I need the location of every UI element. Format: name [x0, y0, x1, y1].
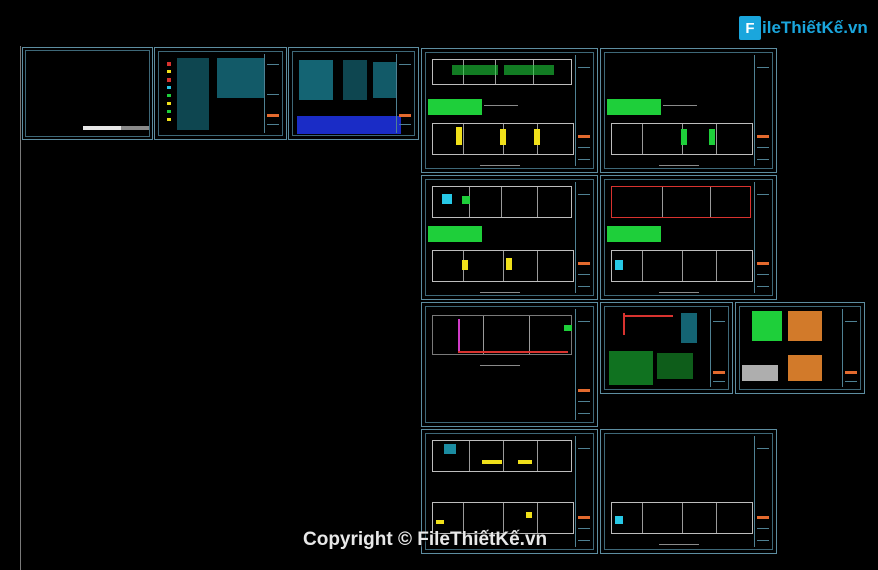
- pipe-route: [458, 319, 460, 351]
- legend-symbol: [167, 118, 171, 121]
- title-block: [575, 182, 592, 293]
- fixture-marks: [518, 460, 532, 464]
- site-logo[interactable]: F ileThiếtKế.vn: [739, 15, 868, 41]
- sheet-plan-1[interactable]: [421, 48, 598, 173]
- plan-caption: [659, 165, 699, 166]
- legend-symbol: [167, 110, 171, 113]
- fixture-marks: [534, 129, 540, 145]
- riser-diagram: [623, 315, 673, 317]
- legend-symbol: [167, 102, 171, 105]
- title-block: [754, 436, 771, 547]
- fixture-marks: [462, 196, 470, 204]
- fixture-marks: [615, 260, 623, 270]
- plan-caption: [659, 292, 699, 293]
- fixture-marks: [482, 460, 502, 464]
- sheet-plan-3[interactable]: [421, 175, 598, 300]
- fixture-marks: [506, 258, 512, 270]
- logo-mark: F: [739, 16, 761, 40]
- title-block: [575, 309, 592, 420]
- title-block: [575, 436, 592, 547]
- sheet-plan-2[interactable]: [600, 48, 777, 173]
- sheet-schedule[interactable]: [735, 302, 865, 394]
- cover-title-bar-shade: [121, 126, 149, 130]
- copyright-watermark: Copyright © FileThiếtKế.vn: [303, 529, 548, 550]
- sheet-legend[interactable]: [154, 47, 287, 140]
- sheet-details-2[interactable]: [600, 302, 733, 394]
- fixture-marks: [444, 444, 456, 454]
- sheet-plan-5[interactable]: [421, 302, 598, 427]
- fixture-marks: [462, 260, 468, 270]
- floor-plan-upper: [432, 186, 572, 218]
- title-block: [710, 309, 727, 387]
- cover-title-bar: [83, 126, 121, 130]
- fixture-marks: [456, 127, 462, 145]
- floor-plan-lower: [432, 250, 574, 282]
- legend-symbol: [167, 70, 171, 73]
- fixture-marks: [436, 520, 444, 524]
- floor-plan-lower: [611, 250, 753, 282]
- detail-table: [297, 116, 401, 134]
- detail-drawing: [373, 62, 397, 98]
- sheet-plan-4[interactable]: [600, 175, 777, 300]
- plan-caption: [484, 105, 518, 106]
- legend-table: [428, 99, 482, 115]
- riser-diagram: [681, 313, 697, 343]
- notes-text: [742, 365, 778, 381]
- fixture-marks: [615, 516, 623, 524]
- title-block: [264, 54, 281, 133]
- panel-schedule-table: [788, 355, 822, 381]
- detail-drawing: [343, 60, 367, 100]
- floor-plan-upper: [611, 186, 751, 218]
- logo-text: ileThiếtKế.vn: [762, 18, 868, 37]
- floor-plan-lower: [611, 502, 753, 534]
- sheet-plan-7[interactable]: [600, 429, 777, 554]
- fixture-marks: [526, 512, 532, 518]
- legend-symbol: [167, 78, 171, 82]
- model-space-boundary: [20, 46, 21, 570]
- legend-symbol: [167, 94, 171, 97]
- sheet-cover[interactable]: [22, 47, 153, 140]
- fixture-marks: [500, 129, 506, 145]
- legend-table: [428, 226, 482, 242]
- pipe-route: [458, 351, 568, 353]
- piping-plan: [432, 315, 572, 355]
- fixture-marks: [504, 65, 554, 75]
- fixture-marks: [564, 325, 572, 331]
- plan-caption: [480, 365, 520, 366]
- notes-text: [657, 353, 693, 379]
- title-block: [396, 54, 413, 133]
- legend-symbol: [167, 62, 171, 66]
- fixture-marks: [681, 129, 687, 145]
- panel-schedule-table: [752, 311, 782, 341]
- title-block: [754, 55, 771, 166]
- legend-table: [607, 226, 661, 242]
- title-block: [842, 309, 859, 387]
- legend-table: [607, 99, 661, 115]
- title-block: [754, 182, 771, 293]
- plan-caption: [663, 105, 697, 106]
- legend-text-block: [177, 58, 209, 130]
- sheet-details[interactable]: [288, 47, 419, 140]
- notes-text: [609, 351, 653, 385]
- legend-text-block: [217, 58, 265, 98]
- plan-caption: [659, 544, 699, 545]
- plan-caption: [480, 165, 520, 166]
- legend-symbol: [167, 86, 171, 89]
- detail-drawing: [299, 60, 333, 100]
- fixture-marks: [709, 129, 715, 145]
- title-block: [575, 55, 592, 166]
- fixture-marks: [442, 194, 452, 204]
- fixture-marks: [452, 65, 498, 75]
- plan-caption: [480, 292, 520, 293]
- panel-schedule-table: [788, 311, 822, 341]
